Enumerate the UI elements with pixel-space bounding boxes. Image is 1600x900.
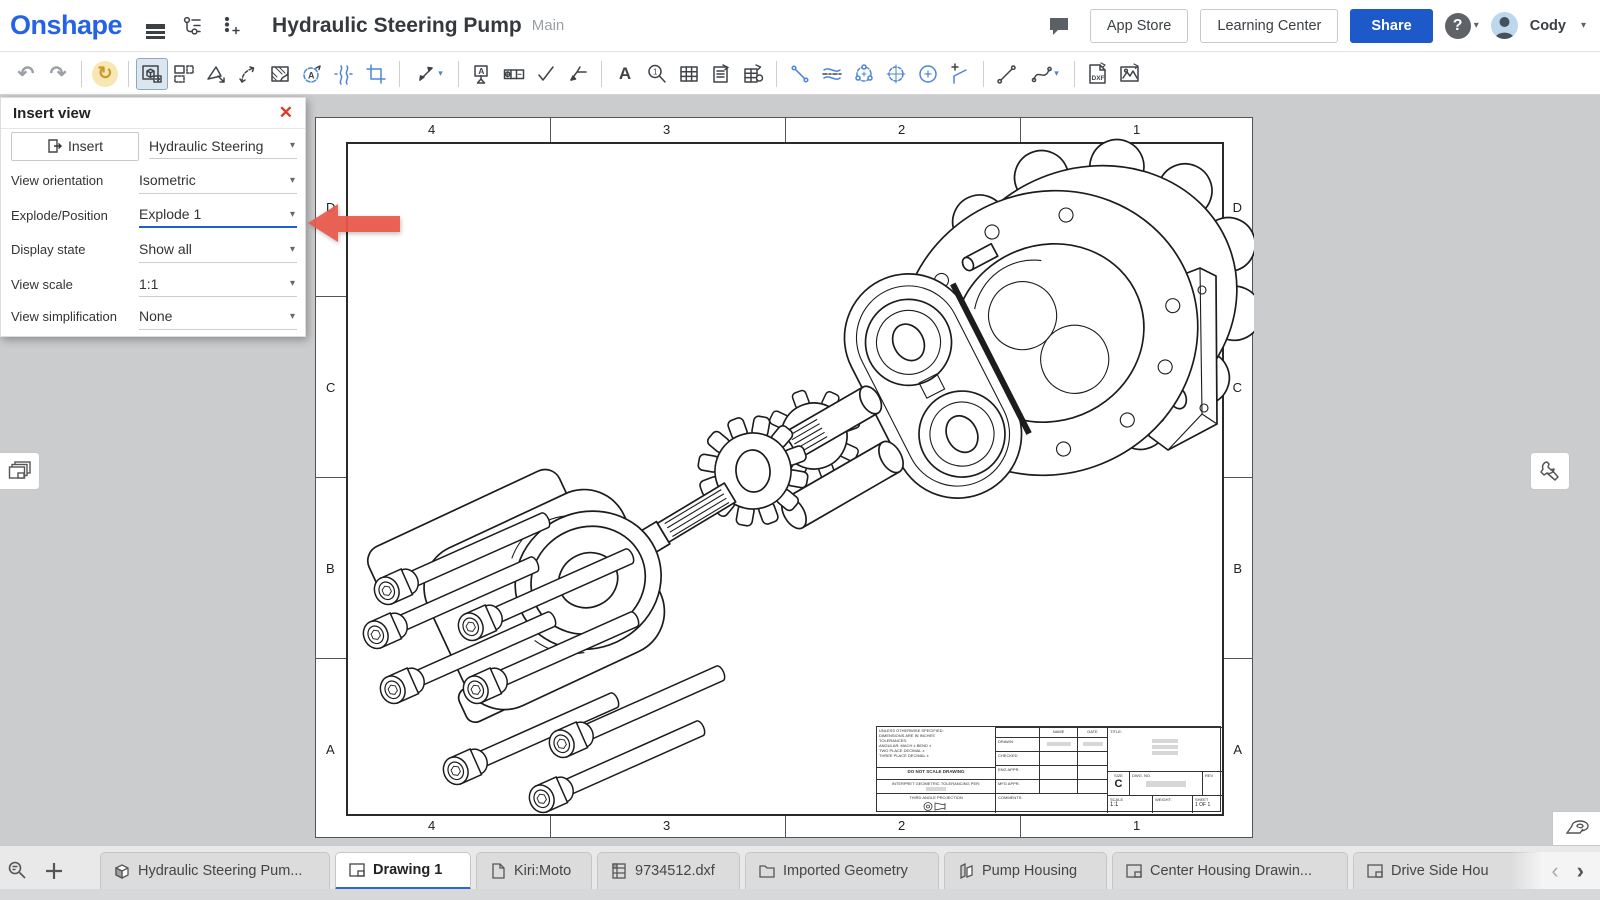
insert-button[interactable]: Insert [11, 132, 139, 161]
avatar[interactable] [1491, 12, 1518, 39]
dxf-icon [610, 862, 628, 880]
document-title: Hydraulic Steering Pump [272, 14, 522, 38]
spline-tool-icon[interactable]: ▾ [1023, 58, 1067, 90]
learning-center-button[interactable]: Learning Center [1200, 9, 1338, 43]
drawing-sheet[interactable]: 4 3 2 1 4 3 2 1 D C B A D C B A [315, 117, 1253, 838]
tab-center-housing-drawing[interactable]: Center Housing Drawin... [1112, 852, 1348, 890]
center-mark-icon[interactable] [880, 58, 912, 90]
drawing-properties-icon[interactable] [1530, 452, 1570, 490]
tab-kiri-moto[interactable]: Kiri:Moto [476, 852, 592, 890]
search-elements-icon[interactable] [0, 852, 36, 890]
insert-icon [47, 138, 62, 154]
line-tool-icon[interactable] [991, 58, 1023, 90]
source-dropdown[interactable]: Hydraulic Steering▾ [149, 133, 297, 159]
table-icon[interactable] [673, 58, 705, 90]
folder-icon [758, 862, 776, 880]
sheets-panel-icon[interactable] [0, 452, 40, 490]
field-label: View scale [11, 277, 139, 292]
export-dxf-icon[interactable]: DXF [1082, 58, 1114, 90]
user-name[interactable]: Cody [1530, 18, 1566, 34]
datum-icon[interactable]: A [466, 58, 498, 90]
part-studio-icon [957, 862, 975, 880]
svg-text:A: A [308, 70, 315, 80]
insert-view-icon[interactable] [136, 58, 168, 90]
svg-text:1: 1 [653, 67, 658, 76]
section-view-icon[interactable] [200, 58, 232, 90]
tabs-scroll-left-icon[interactable]: ‹ [1551, 858, 1558, 884]
insert-new-element-icon[interactable] [216, 11, 246, 41]
view-orientation-dropdown[interactable]: Isometric▾ [139, 168, 297, 194]
onshape-logo[interactable]: Onshape [10, 10, 122, 41]
weld-symbol-icon[interactable] [562, 58, 594, 90]
insert-view-panel: Insert view ✕ Insert Hydraulic Steering▾… [0, 97, 306, 337]
balloon-icon[interactable]: 1 [641, 58, 673, 90]
view-simplification-dropdown[interactable]: None▾ [139, 304, 297, 330]
app-header: Onshape Hydraulic Steering Pump Main App… [0, 0, 1600, 52]
drawing-icon [348, 861, 366, 879]
insert-image-icon[interactable] [1114, 58, 1146, 90]
tab-dxf[interactable]: 9734512.dxf [597, 852, 740, 890]
redo-icon[interactable]: ↷ [42, 58, 74, 90]
view-scale-dropdown[interactable]: 1:1▾ [139, 271, 297, 297]
versions-icon[interactable] [178, 11, 208, 41]
geometric-tolerance-icon[interactable] [498, 58, 530, 90]
element-tab-bar: Hydraulic Steering Pum... Drawing 1 Kiri… [0, 845, 1600, 900]
note-icon[interactable]: A [609, 58, 641, 90]
explode-position-dropdown[interactable]: Explode 1▾ [139, 202, 297, 228]
move-view-icon[interactable] [232, 58, 264, 90]
app-store-button[interactable]: App Store [1090, 9, 1189, 43]
display-state-dropdown[interactable]: Show all▾ [139, 237, 297, 263]
dimension-icon[interactable]: ▾ [407, 58, 451, 90]
tabs-scroll-right-icon[interactable]: › [1577, 858, 1584, 884]
circle-tool-icon[interactable] [912, 58, 944, 90]
break-view-icon[interactable] [328, 58, 360, 90]
comment-icon[interactable] [1044, 11, 1074, 41]
construction-line-icon[interactable] [784, 58, 816, 90]
crop-view-icon[interactable] [360, 58, 392, 90]
field-label: Explode/Position [11, 208, 139, 223]
document-icon [489, 862, 507, 880]
update-views-icon[interactable]: ↻ [89, 58, 121, 90]
drawing-icon [1366, 862, 1384, 880]
share-button[interactable]: Share [1350, 9, 1432, 43]
projected-view-icon[interactable] [168, 58, 200, 90]
tab-pump-housing[interactable]: Pump Housing [944, 852, 1107, 890]
detail-view-icon[interactable]: A [296, 58, 328, 90]
measure-tool-icon[interactable] [1552, 811, 1600, 845]
title-block: UNLESS OTHERWISE SPECIFIED: DIMENSIONS A… [876, 726, 1221, 812]
hamburger-menu-icon[interactable] [140, 11, 170, 41]
field-label: View orientation [11, 173, 139, 188]
tab-imported-geometry[interactable]: Imported Geometry [745, 852, 939, 890]
surface-finish-check-icon[interactable] [530, 58, 562, 90]
drawing-toolbar: ↶ ↷ ↻ A ▾ A A 1 [0, 53, 1600, 95]
workspace-name[interactable]: Main [532, 17, 565, 34]
panel-title: Insert view [13, 105, 91, 122]
tab-drawing-1[interactable]: Drawing 1 [335, 852, 471, 890]
svg-text:DXF: DXF [1092, 75, 1105, 82]
tangent-line-icon[interactable] [944, 58, 976, 90]
field-label: Display state [11, 242, 139, 257]
assembly-icon [113, 862, 131, 880]
help-menu[interactable]: ?▾ [1445, 13, 1479, 39]
hole-table-icon[interactable] [737, 58, 769, 90]
help-icon[interactable]: ? [1445, 13, 1471, 39]
add-element-icon[interactable] [36, 852, 72, 890]
drawing-icon [1125, 862, 1143, 880]
tab-assembly[interactable]: Hydraulic Steering Pum... [100, 852, 330, 890]
broken-out-section-icon[interactable] [264, 58, 296, 90]
close-icon[interactable]: ✕ [279, 103, 293, 123]
circular-center-mark-icon[interactable] [848, 58, 880, 90]
centerline-icon[interactable] [816, 58, 848, 90]
annotation-arrow [300, 201, 404, 247]
drawing-canvas[interactable]: 4 3 2 1 4 3 2 1 D C B A D C B A [0, 95, 1600, 845]
bom-table-icon[interactable] [705, 58, 737, 90]
svg-text:A: A [478, 66, 484, 76]
field-label: View simplification [11, 309, 139, 324]
undo-icon[interactable]: ↶ [10, 58, 42, 90]
